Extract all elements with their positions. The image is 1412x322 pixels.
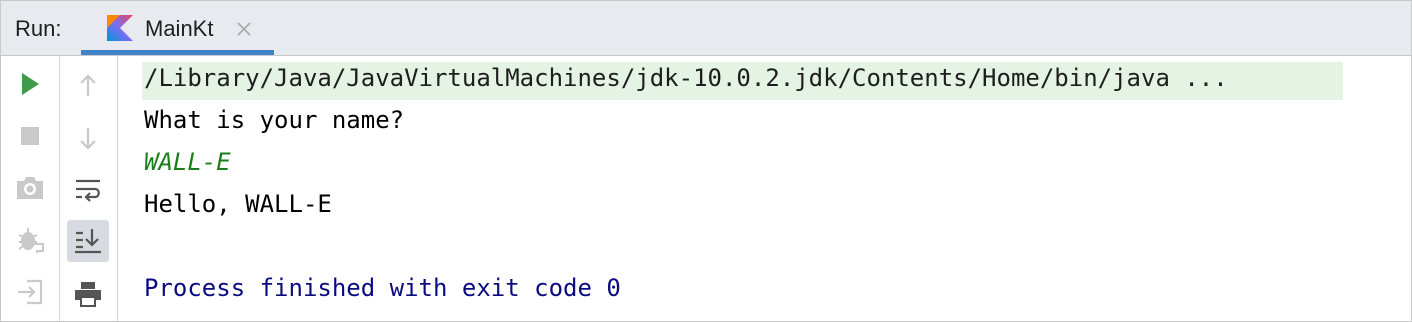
console-output[interactable]: /Library/Java/JavaVirtualMachines/jdk-10…: [118, 56, 1411, 321]
dump-threads-button[interactable]: [9, 167, 51, 209]
up-arrow-icon: [80, 74, 96, 96]
stop-button[interactable]: [9, 115, 51, 157]
user-input-line: WALL-E: [144, 148, 231, 176]
tab-title: MainKt: [145, 16, 214, 41]
soft-wrap-button[interactable]: [67, 169, 109, 211]
run-header: Run: MainKt: [1, 1, 1411, 56]
run-toolbar-left: [1, 56, 60, 321]
run-toolbar-right: [60, 56, 118, 321]
soft-wrap-icon: [76, 179, 100, 202]
run-label: Run:: [15, 16, 62, 41]
kotlin-icon: [107, 15, 133, 41]
up-stack-button[interactable]: [67, 65, 109, 107]
stop-icon: [21, 127, 39, 145]
print-icon: [75, 282, 101, 307]
exit-icon: [18, 279, 43, 305]
rerun-button[interactable]: [9, 63, 51, 105]
exit-message-line: Process finished with exit code 0: [144, 274, 621, 302]
scroll-to-end-button[interactable]: [67, 220, 109, 262]
run-tool-window: Run: MainKt /Library/Java/JavaVirtualMac…: [0, 0, 1412, 322]
camera-icon: [17, 177, 43, 199]
close-icon[interactable]: [235, 20, 253, 38]
output-greeting-line: Hello, WALL-E: [144, 190, 332, 218]
debug-icon: [18, 228, 44, 253]
down-stack-button[interactable]: [67, 117, 109, 159]
rerun-icon: [22, 73, 39, 95]
tab-mainkt[interactable]: MainKt: [81, 1, 274, 55]
down-arrow-icon: [80, 128, 96, 150]
print-button[interactable]: [67, 273, 109, 315]
tab-active-indicator: [81, 50, 274, 55]
exit-button[interactable]: [9, 271, 51, 313]
scroll-to-end-icon: [75, 229, 101, 254]
output-prompt-line: What is your name?: [144, 106, 405, 134]
debug-button[interactable]: [9, 219, 51, 261]
command-line: /Library/Java/JavaVirtualMachines/jdk-10…: [144, 64, 1228, 92]
